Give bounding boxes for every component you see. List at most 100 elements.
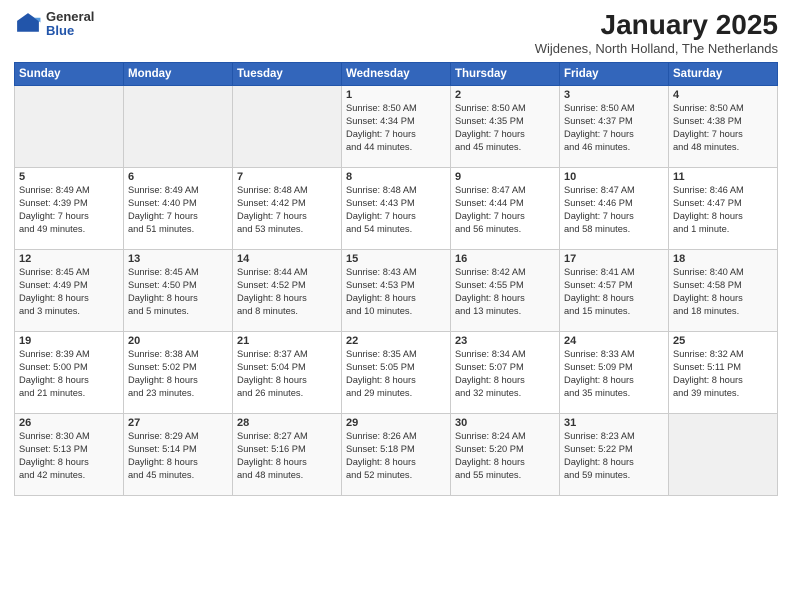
day-info: Sunrise: 8:23 AM Sunset: 5:22 PM Dayligh… [564, 430, 664, 482]
calendar-cell: 18Sunrise: 8:40 AM Sunset: 4:58 PM Dayli… [669, 249, 778, 331]
day-info: Sunrise: 8:34 AM Sunset: 5:07 PM Dayligh… [455, 348, 555, 400]
logo-icon [14, 10, 42, 38]
day-number: 17 [564, 253, 664, 265]
day-info: Sunrise: 8:41 AM Sunset: 4:57 PM Dayligh… [564, 266, 664, 318]
calendar-cell: 19Sunrise: 8:39 AM Sunset: 5:00 PM Dayli… [15, 331, 124, 413]
day-number: 21 [237, 335, 337, 347]
day-number: 27 [128, 417, 228, 429]
calendar-cell: 27Sunrise: 8:29 AM Sunset: 5:14 PM Dayli… [124, 413, 233, 495]
day-info: Sunrise: 8:42 AM Sunset: 4:55 PM Dayligh… [455, 266, 555, 318]
calendar-week-2: 12Sunrise: 8:45 AM Sunset: 4:49 PM Dayli… [15, 249, 778, 331]
calendar-cell: 5Sunrise: 8:49 AM Sunset: 4:39 PM Daylig… [15, 167, 124, 249]
weekday-header-sunday: Sunday [15, 62, 124, 85]
location: Wijdenes, North Holland, The Netherlands [535, 41, 778, 56]
calendar-cell: 14Sunrise: 8:44 AM Sunset: 4:52 PM Dayli… [233, 249, 342, 331]
day-info: Sunrise: 8:37 AM Sunset: 5:04 PM Dayligh… [237, 348, 337, 400]
day-number: 12 [19, 253, 119, 265]
day-info: Sunrise: 8:48 AM Sunset: 4:42 PM Dayligh… [237, 184, 337, 236]
calendar-cell: 12Sunrise: 8:45 AM Sunset: 4:49 PM Dayli… [15, 249, 124, 331]
calendar-cell: 24Sunrise: 8:33 AM Sunset: 5:09 PM Dayli… [560, 331, 669, 413]
day-info: Sunrise: 8:49 AM Sunset: 4:39 PM Dayligh… [19, 184, 119, 236]
weekday-header-friday: Friday [560, 62, 669, 85]
day-info: Sunrise: 8:29 AM Sunset: 5:14 PM Dayligh… [128, 430, 228, 482]
calendar-cell: 31Sunrise: 8:23 AM Sunset: 5:22 PM Dayli… [560, 413, 669, 495]
calendar-cell: 21Sunrise: 8:37 AM Sunset: 5:04 PM Dayli… [233, 331, 342, 413]
logo: General Blue [14, 10, 94, 39]
weekday-header-tuesday: Tuesday [233, 62, 342, 85]
day-info: Sunrise: 8:49 AM Sunset: 4:40 PM Dayligh… [128, 184, 228, 236]
calendar-week-4: 26Sunrise: 8:30 AM Sunset: 5:13 PM Dayli… [15, 413, 778, 495]
day-info: Sunrise: 8:40 AM Sunset: 4:58 PM Dayligh… [673, 266, 773, 318]
calendar-cell: 17Sunrise: 8:41 AM Sunset: 4:57 PM Dayli… [560, 249, 669, 331]
day-number: 13 [128, 253, 228, 265]
day-number: 6 [128, 171, 228, 183]
day-number: 18 [673, 253, 773, 265]
calendar-cell: 20Sunrise: 8:38 AM Sunset: 5:02 PM Dayli… [124, 331, 233, 413]
day-number: 25 [673, 335, 773, 347]
calendar-cell: 13Sunrise: 8:45 AM Sunset: 4:50 PM Dayli… [124, 249, 233, 331]
calendar-cell: 26Sunrise: 8:30 AM Sunset: 5:13 PM Dayli… [15, 413, 124, 495]
day-info: Sunrise: 8:46 AM Sunset: 4:47 PM Dayligh… [673, 184, 773, 236]
calendar-cell: 6Sunrise: 8:49 AM Sunset: 4:40 PM Daylig… [124, 167, 233, 249]
day-info: Sunrise: 8:30 AM Sunset: 5:13 PM Dayligh… [19, 430, 119, 482]
day-number: 11 [673, 171, 773, 183]
calendar-cell: 15Sunrise: 8:43 AM Sunset: 4:53 PM Dayli… [342, 249, 451, 331]
day-info: Sunrise: 8:47 AM Sunset: 4:44 PM Dayligh… [455, 184, 555, 236]
calendar-cell: 4Sunrise: 8:50 AM Sunset: 4:38 PM Daylig… [669, 85, 778, 167]
weekday-header-wednesday: Wednesday [342, 62, 451, 85]
day-info: Sunrise: 8:50 AM Sunset: 4:34 PM Dayligh… [346, 102, 446, 154]
day-number: 16 [455, 253, 555, 265]
day-number: 8 [346, 171, 446, 183]
day-info: Sunrise: 8:43 AM Sunset: 4:53 PM Dayligh… [346, 266, 446, 318]
calendar-cell [15, 85, 124, 167]
day-number: 31 [564, 417, 664, 429]
calendar-cell: 11Sunrise: 8:46 AM Sunset: 4:47 PM Dayli… [669, 167, 778, 249]
day-number: 19 [19, 335, 119, 347]
day-number: 30 [455, 417, 555, 429]
day-number: 4 [673, 89, 773, 101]
calendar-cell: 8Sunrise: 8:48 AM Sunset: 4:43 PM Daylig… [342, 167, 451, 249]
day-number: 22 [346, 335, 446, 347]
day-info: Sunrise: 8:45 AM Sunset: 4:50 PM Dayligh… [128, 266, 228, 318]
day-info: Sunrise: 8:26 AM Sunset: 5:18 PM Dayligh… [346, 430, 446, 482]
calendar-cell: 2Sunrise: 8:50 AM Sunset: 4:35 PM Daylig… [451, 85, 560, 167]
day-info: Sunrise: 8:39 AM Sunset: 5:00 PM Dayligh… [19, 348, 119, 400]
calendar-week-0: 1Sunrise: 8:50 AM Sunset: 4:34 PM Daylig… [15, 85, 778, 167]
day-info: Sunrise: 8:50 AM Sunset: 4:38 PM Dayligh… [673, 102, 773, 154]
calendar-cell: 28Sunrise: 8:27 AM Sunset: 5:16 PM Dayli… [233, 413, 342, 495]
day-info: Sunrise: 8:44 AM Sunset: 4:52 PM Dayligh… [237, 266, 337, 318]
day-info: Sunrise: 8:24 AM Sunset: 5:20 PM Dayligh… [455, 430, 555, 482]
calendar-cell: 1Sunrise: 8:50 AM Sunset: 4:34 PM Daylig… [342, 85, 451, 167]
day-number: 9 [455, 171, 555, 183]
calendar-cell: 30Sunrise: 8:24 AM Sunset: 5:20 PM Dayli… [451, 413, 560, 495]
calendar-cell: 16Sunrise: 8:42 AM Sunset: 4:55 PM Dayli… [451, 249, 560, 331]
day-number: 14 [237, 253, 337, 265]
day-info: Sunrise: 8:33 AM Sunset: 5:09 PM Dayligh… [564, 348, 664, 400]
day-number: 23 [455, 335, 555, 347]
calendar-cell: 23Sunrise: 8:34 AM Sunset: 5:07 PM Dayli… [451, 331, 560, 413]
calendar-week-3: 19Sunrise: 8:39 AM Sunset: 5:00 PM Dayli… [15, 331, 778, 413]
weekday-header-saturday: Saturday [669, 62, 778, 85]
calendar-table: SundayMondayTuesdayWednesdayThursdayFrid… [14, 62, 778, 496]
logo-general-text: General [46, 10, 94, 24]
day-number: 5 [19, 171, 119, 183]
day-info: Sunrise: 8:38 AM Sunset: 5:02 PM Dayligh… [128, 348, 228, 400]
month-title: January 2025 [535, 10, 778, 41]
day-number: 28 [237, 417, 337, 429]
calendar-cell: 7Sunrise: 8:48 AM Sunset: 4:42 PM Daylig… [233, 167, 342, 249]
page-container: General Blue January 2025 Wijdenes, Nort… [0, 0, 792, 504]
day-info: Sunrise: 8:50 AM Sunset: 4:37 PM Dayligh… [564, 102, 664, 154]
logo-text: General Blue [46, 10, 94, 39]
day-number: 3 [564, 89, 664, 101]
calendar-cell: 9Sunrise: 8:47 AM Sunset: 4:44 PM Daylig… [451, 167, 560, 249]
weekday-header-row: SundayMondayTuesdayWednesdayThursdayFrid… [15, 62, 778, 85]
day-info: Sunrise: 8:32 AM Sunset: 5:11 PM Dayligh… [673, 348, 773, 400]
weekday-header-monday: Monday [124, 62, 233, 85]
calendar-cell [124, 85, 233, 167]
title-block: January 2025 Wijdenes, North Holland, Th… [535, 10, 778, 56]
calendar-cell [233, 85, 342, 167]
day-info: Sunrise: 8:47 AM Sunset: 4:46 PM Dayligh… [564, 184, 664, 236]
day-number: 15 [346, 253, 446, 265]
day-number: 10 [564, 171, 664, 183]
logo-blue-text: Blue [46, 24, 94, 38]
